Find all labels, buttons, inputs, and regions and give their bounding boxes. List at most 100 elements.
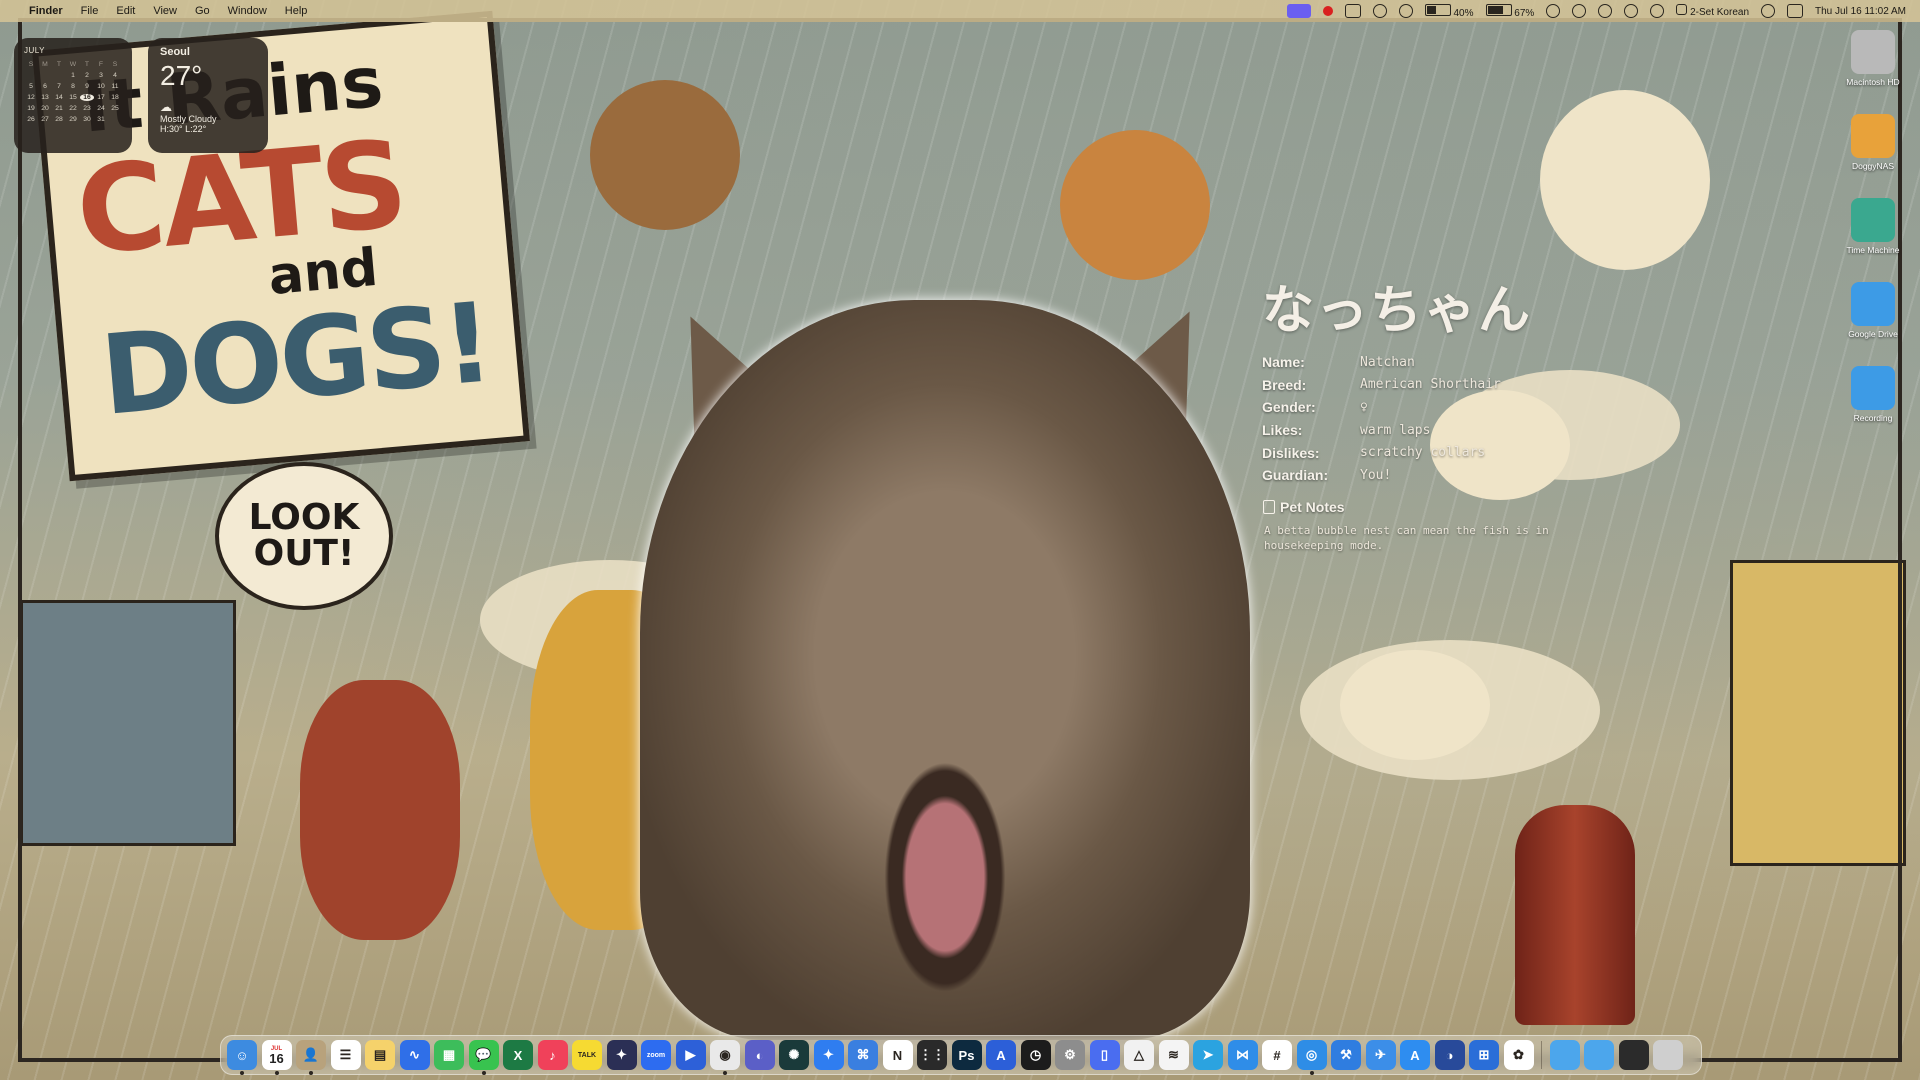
boy-illustration bbox=[300, 680, 460, 940]
dock-app-chrome[interactable]: ◉ bbox=[710, 1040, 740, 1075]
calendar-widget[interactable]: JULY S M T W T F S 1 2 3 4 5 6 7 8 9 10 11 12 13 14 15 16 17 18 1… bbox=[14, 38, 132, 153]
dock-app-windows-app[interactable]: ⊞ bbox=[1469, 1040, 1499, 1070]
calendar-weekday-header: S bbox=[112, 61, 118, 68]
dock-app-kakaotalk[interactable]: TALK bbox=[572, 1040, 602, 1070]
teams-icon: ◐ bbox=[755, 1047, 764, 1063]
dock-app-scrivener[interactable]: ≋ bbox=[1158, 1040, 1189, 1070]
desktop-icon-google-drive[interactable]: Google Drive bbox=[1834, 282, 1912, 366]
weather-widget[interactable]: Seoul 27° ☁ Mostly Cloudy H:30° L:22° bbox=[148, 38, 268, 153]
menu-go[interactable]: Go bbox=[186, 5, 219, 17]
dock-app-telegram[interactable]: ➤ bbox=[1193, 1040, 1223, 1070]
dog-illustration bbox=[1540, 90, 1710, 270]
dock-app-reminders[interactable]: ☰ bbox=[330, 1040, 361, 1070]
menu-view[interactable]: View bbox=[144, 5, 186, 17]
dock-app-simulator[interactable]: ▯ bbox=[1089, 1040, 1120, 1070]
cloud-icon: ☁ bbox=[160, 100, 172, 114]
dock-app-safari[interactable]: ◎ bbox=[1296, 1040, 1327, 1075]
dock-item-downloads-folder[interactable] bbox=[1549, 1040, 1580, 1070]
spotlight-search-icon[interactable] bbox=[1761, 4, 1776, 18]
house-illustration bbox=[1730, 560, 1906, 866]
dock-app-teams[interactable]: ◐ bbox=[744, 1040, 775, 1070]
dock-app-music[interactable]: ♪ bbox=[537, 1040, 568, 1070]
clock-icon[interactable] bbox=[1598, 4, 1613, 18]
dock-app-notion[interactable]: N bbox=[882, 1040, 913, 1070]
menu-help[interactable]: Help bbox=[276, 5, 317, 17]
display-icon[interactable] bbox=[1344, 4, 1361, 18]
dock-app-app-store[interactable]: A bbox=[1400, 1040, 1430, 1070]
menu-window[interactable]: Window bbox=[219, 5, 276, 17]
weather-city: Seoul bbox=[160, 46, 190, 58]
battery-status-1[interactable]: 40% bbox=[1424, 3, 1474, 19]
desktop-icon-macintosh-hd[interactable]: Macintosh HD bbox=[1834, 30, 1912, 114]
dock-app-calendar[interactable]: JUL 16 bbox=[261, 1040, 292, 1075]
dock-item-documents-folder[interactable] bbox=[1584, 1040, 1614, 1070]
calendar-weekday-header: M bbox=[42, 61, 48, 68]
desktop-icon-label: Time Machine bbox=[1846, 245, 1900, 255]
dock-app-spark[interactable]: ✦ bbox=[813, 1040, 844, 1070]
dock-app-launchpad[interactable]: ⋮⋮ bbox=[917, 1040, 947, 1070]
desktop-icon-recording[interactable]: Recording bbox=[1834, 366, 1912, 450]
pet-info-row: Gender: ♀ bbox=[1262, 396, 1501, 419]
wifi-icon[interactable] bbox=[1624, 4, 1639, 18]
dock-app-xcode[interactable]: ⚒ bbox=[1331, 1040, 1361, 1070]
calendar-day: 5 bbox=[29, 83, 33, 90]
calendar-weekday-header: W bbox=[69, 61, 77, 68]
pet-info-row: Dislikes: scratchy collars bbox=[1262, 441, 1501, 464]
calendar-icon-day: 16 bbox=[269, 1050, 284, 1066]
dock-app-codex[interactable]: ✺ bbox=[779, 1040, 809, 1070]
pet-info-value: scratchy collars bbox=[1360, 445, 1486, 461]
dock-app-settings[interactable]: ⚙ bbox=[1055, 1040, 1085, 1070]
dock-app-xcode-tools[interactable]: ✦ bbox=[606, 1040, 637, 1070]
notion-icon: N bbox=[892, 1047, 903, 1063]
grid-icon[interactable] bbox=[1372, 4, 1387, 18]
menu-clock[interactable]: Thu Jul 16 11:02 AM bbox=[1815, 6, 1906, 17]
dock-app-numbers[interactable]: ▦ bbox=[434, 1040, 464, 1070]
dock-app-freeform[interactable]: ∿ bbox=[399, 1040, 430, 1070]
dock-app-google-drive[interactable]: △ bbox=[1124, 1040, 1154, 1070]
dock-app-affinity[interactable]: A bbox=[986, 1040, 1016, 1070]
dock-app-network[interactable]: ⌘ bbox=[848, 1040, 878, 1070]
dock-item-terminal-window[interactable] bbox=[1618, 1040, 1649, 1070]
drive-icon bbox=[1851, 198, 1895, 242]
dock-app-finder[interactable]: ☺ bbox=[227, 1040, 257, 1075]
dock-app-photos[interactable]: ✿ bbox=[1503, 1040, 1534, 1070]
calendar-day: 24 bbox=[97, 105, 105, 112]
dock-app-slack[interactable]: # bbox=[1262, 1040, 1292, 1070]
calendar-grid: S M T W T F S 1 2 3 4 5 6 7 8 9 10 11 12 13 14 15 16 17 18 19 20 21… bbox=[24, 61, 122, 123]
pet-info-key: Breed: bbox=[1262, 376, 1307, 393]
google-drive-icon: △ bbox=[1134, 1047, 1144, 1062]
launchpad-icon: ⋮⋮ bbox=[919, 1047, 945, 1062]
dock-app-contacts[interactable]: 👤 bbox=[296, 1040, 326, 1075]
dock-app-testflight[interactable]: ✈ bbox=[1365, 1040, 1396, 1070]
input-source-menu[interactable]: 2-Set Korean bbox=[1676, 4, 1749, 18]
dock-app-photoshop[interactable]: Ps bbox=[951, 1040, 982, 1070]
slack-icon: # bbox=[1273, 1047, 1281, 1063]
focus-icon[interactable] bbox=[1546, 4, 1561, 18]
dock-app-instruments[interactable]: ⋈ bbox=[1227, 1040, 1258, 1070]
menu-file[interactable]: File bbox=[72, 5, 108, 17]
calendar-day: 19 bbox=[27, 105, 35, 112]
battery-status-2[interactable]: 67% bbox=[1485, 3, 1534, 19]
dock-app-remote-desktop[interactable]: ▶ bbox=[675, 1040, 706, 1070]
menu-app-name[interactable]: Finder bbox=[20, 5, 72, 17]
network-icon: ⌘ bbox=[856, 1047, 870, 1062]
screen-mirroring-icon[interactable] bbox=[1286, 4, 1311, 18]
desktop-icon-doggynas[interactable]: DoggyNAS bbox=[1834, 114, 1912, 198]
messages-icon: 💬 bbox=[475, 1047, 492, 1062]
dock-item-trash[interactable] bbox=[1653, 1040, 1683, 1070]
recording-indicator-icon[interactable] bbox=[1322, 6, 1333, 16]
dock-app-messages[interactable]: 💬 bbox=[468, 1040, 499, 1075]
vpn-icon[interactable] bbox=[1398, 4, 1413, 18]
notification-center-icon[interactable] bbox=[1787, 4, 1804, 18]
dock-app-excel[interactable]: X bbox=[503, 1040, 533, 1070]
dock-app-screen-sharing[interactable]: ◑ bbox=[1434, 1040, 1465, 1070]
menu-edit[interactable]: Edit bbox=[107, 5, 144, 17]
pet-info-row: Name: Natchan bbox=[1262, 351, 1501, 374]
link-icon[interactable] bbox=[1572, 4, 1587, 18]
xcode-tools-icon: ✦ bbox=[616, 1047, 627, 1062]
dock-app-clock[interactable]: ◷ bbox=[1020, 1040, 1051, 1070]
control-center-icon[interactable] bbox=[1650, 4, 1665, 18]
dock-app-notes[interactable]: ▤ bbox=[365, 1040, 395, 1070]
desktop-icon-time-machine[interactable]: Time Machine bbox=[1834, 198, 1912, 282]
dock-app-zoom[interactable]: zoom bbox=[641, 1040, 671, 1070]
